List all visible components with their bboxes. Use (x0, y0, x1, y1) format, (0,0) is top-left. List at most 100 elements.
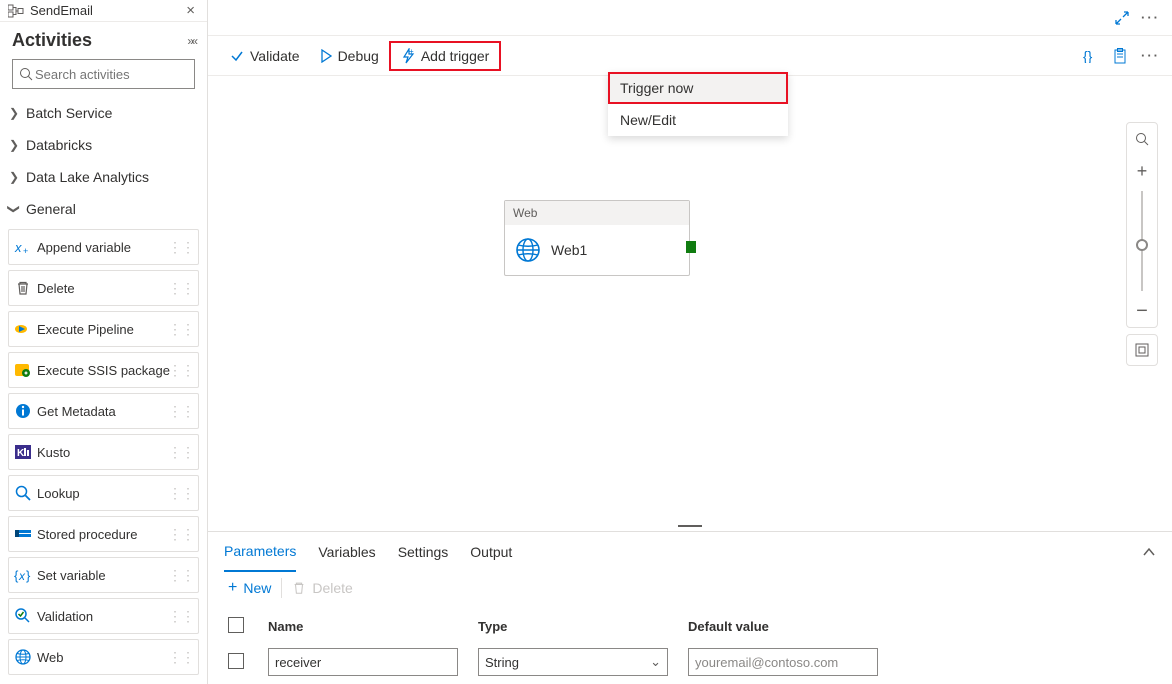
chevron-right-icon: ❯ (8, 106, 20, 120)
drag-grip-icon: ⋮⋮ (168, 271, 194, 305)
activity-delete[interactable]: Delete ⋮⋮ (8, 270, 199, 306)
tab-settings[interactable]: Settings (398, 532, 449, 572)
drag-grip-icon: ⋮⋮ (168, 558, 194, 592)
svg-text:+: + (23, 246, 28, 255)
separator (281, 578, 282, 598)
svg-text:x: x (14, 240, 22, 255)
drag-grip-icon: ⋮⋮ (168, 435, 194, 469)
collapse-panel-icon[interactable] (1142, 547, 1156, 557)
activity-label: Set variable (37, 568, 106, 583)
delete-parameter-button: Delete (292, 580, 352, 596)
drag-grip-icon: ⋮⋮ (168, 312, 194, 346)
category-label: Data Lake Analytics (26, 169, 149, 185)
globe-icon (515, 237, 541, 263)
svg-text:}: } (26, 568, 31, 583)
activity-label: Kusto (37, 445, 70, 460)
zoom-slider[interactable] (1141, 191, 1143, 291)
activity-append-variable[interactable]: x+ Append variable ⋮⋮ (8, 229, 199, 265)
code-braces-icon[interactable]: {} (1083, 49, 1099, 63)
output-port[interactable] (686, 241, 696, 253)
activity-set-variable[interactable]: {x} Set variable ⋮⋮ (8, 557, 199, 593)
category-label: Batch Service (26, 105, 112, 121)
pipeline-canvas[interactable]: Web Web1 + − (208, 76, 1172, 521)
tab-output[interactable]: Output (470, 532, 512, 572)
category-batch-service[interactable]: ❯ Batch Service (8, 97, 199, 129)
trash-icon (292, 581, 306, 595)
select-value: String (485, 655, 519, 670)
more-icon[interactable]: ··· (1141, 48, 1160, 63)
activity-kusto[interactable]: K Kusto ⋮⋮ (8, 434, 199, 470)
activity-get-metadata[interactable]: Get Metadata ⋮⋮ (8, 393, 199, 429)
canvas-toolbar: Validate Debug + Add trigger {} (208, 36, 1172, 76)
param-default-input[interactable] (688, 648, 878, 676)
menu-new-edit[interactable]: New/Edit (608, 104, 788, 136)
validation-icon (9, 608, 37, 624)
zoom-out-button[interactable]: − (1126, 295, 1158, 327)
select-all-checkbox[interactable] (228, 617, 244, 633)
menu-label: Trigger now (620, 80, 693, 96)
zoom-in-button[interactable]: + (1126, 155, 1158, 187)
panel-divider[interactable] (208, 521, 1172, 531)
activity-stored-procedure[interactable]: Stored procedure ⋮⋮ (8, 516, 199, 552)
chevron-right-icon: ❯ (8, 138, 20, 152)
parameter-row: String ⌄ (228, 644, 1152, 680)
drag-grip-icon: ⋮⋮ (168, 230, 194, 264)
activity-lookup[interactable]: Lookup ⋮⋮ (8, 475, 199, 511)
tab-variables[interactable]: Variables (318, 532, 375, 572)
validate-button[interactable]: Validate (220, 41, 310, 71)
activity-label: Stored procedure (37, 527, 137, 542)
drag-grip-icon: ⋮⋮ (168, 517, 194, 551)
zoom-fit-button[interactable] (1126, 334, 1158, 366)
param-type-select[interactable]: String ⌄ (478, 648, 668, 676)
canvas-node-web1[interactable]: Web Web1 (504, 200, 690, 276)
top-strip: ··· (208, 0, 1172, 36)
parameter-table-header: Name Type Default value (228, 608, 1152, 644)
pipeline-tab-bar: SendEmail × (0, 0, 207, 22)
check-icon (230, 49, 244, 63)
svg-text:K: K (17, 448, 25, 459)
category-general[interactable]: ❯ General (8, 193, 199, 225)
menu-trigger-now[interactable]: Trigger now (608, 72, 788, 104)
pipeline-tab[interactable]: SendEmail (8, 3, 93, 18)
zoom-thumb[interactable] (1136, 239, 1148, 251)
new-parameter-button[interactable]: + New (228, 579, 271, 597)
activity-label: Validation (37, 609, 93, 624)
add-trigger-menu: Trigger now New/Edit (608, 72, 788, 136)
more-icon[interactable]: ··· (1141, 10, 1160, 25)
category-data-lake-analytics[interactable]: ❯ Data Lake Analytics (8, 161, 199, 193)
chevron-down-icon: ⌄ (650, 654, 661, 670)
set-variable-icon: {x} (9, 567, 37, 583)
play-icon (320, 49, 332, 63)
tab-parameters[interactable]: Parameters (224, 532, 296, 572)
add-trigger-button[interactable]: + Add trigger (389, 41, 501, 71)
category-databricks[interactable]: ❯ Databricks (8, 129, 199, 161)
svg-text:x: x (18, 569, 26, 583)
append-variable-icon: x+ (9, 239, 37, 255)
activity-label: Lookup (37, 486, 80, 501)
search-zoom-icon[interactable] (1126, 123, 1158, 155)
activities-title: Activities (12, 30, 92, 51)
activity-validation[interactable]: Validation ⋮⋮ (8, 598, 199, 634)
activity-execute-pipeline[interactable]: Execute Pipeline ⋮⋮ (8, 311, 199, 347)
activity-label: Get Metadata (37, 404, 116, 419)
chevron-down-icon: ❯ (7, 203, 21, 215)
globe-icon (9, 649, 37, 665)
bottom-panel: Parameters Variables Settings Output + N… (208, 531, 1172, 684)
debug-button[interactable]: Debug (310, 41, 389, 71)
pipeline-icon (8, 4, 24, 18)
activity-execute-ssis[interactable]: Execute SSIS package ⋮⋮ (8, 352, 199, 388)
activity-label: Execute Pipeline (37, 322, 134, 337)
close-tab-icon[interactable]: × (182, 2, 199, 19)
collapse-panel-icon[interactable]: » « (187, 34, 195, 48)
clipboard-icon[interactable] (1113, 48, 1127, 64)
row-checkbox[interactable] (228, 653, 244, 669)
delete-label: Delete (312, 580, 352, 596)
lookup-icon (9, 485, 37, 501)
activity-web[interactable]: Web ⋮⋮ (8, 639, 199, 675)
param-name-input[interactable] (268, 648, 458, 676)
search-input[interactable] (33, 66, 213, 83)
plus-icon: + (228, 579, 237, 597)
search-activities[interactable] (12, 59, 195, 89)
ssis-icon (9, 362, 37, 378)
expand-icon[interactable] (1115, 11, 1129, 25)
